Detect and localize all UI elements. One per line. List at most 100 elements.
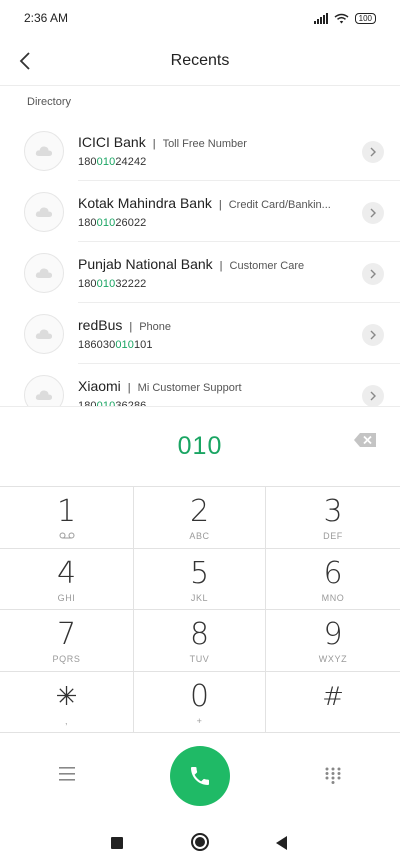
wifi-icon <box>334 13 349 23</box>
recents-nav-button[interactable] <box>111 837 123 849</box>
key-6[interactable]: 6 MNO <box>266 549 400 610</box>
dial-keypad: 1 2 ABC 3 DEF 4 GHI 5 JKL 6 MNO 7 PQRS 8… <box>0 486 400 733</box>
chevron-right-icon <box>370 208 376 218</box>
cloud-icon <box>35 329 53 339</box>
cloud-icon <box>35 207 53 217</box>
key-2[interactable]: 2 ABC <box>134 487 266 549</box>
back-arrow-icon <box>19 52 30 70</box>
battery-icon: 100 <box>354 12 376 24</box>
key-digit: 1 <box>56 494 77 529</box>
separator: | <box>152 138 156 150</box>
avatar <box>24 131 64 171</box>
contact-number: 18001026022 <box>78 217 147 229</box>
status-icons: 100 <box>313 12 376 24</box>
chevron-right-icon <box>370 147 376 157</box>
chevron-right-icon <box>370 391 376 401</box>
details-button[interactable] <box>362 202 384 224</box>
details-button[interactable] <box>362 385 384 406</box>
key-3[interactable]: 3 DEF <box>266 487 400 549</box>
separator: | <box>129 321 133 333</box>
contact-name: ICICI Bank <box>78 134 146 150</box>
key-digit: 7 <box>56 617 77 652</box>
key-hash[interactable]: # <box>266 672 400 733</box>
contact-label: Customer Care <box>229 260 305 272</box>
key-7[interactable]: 7 PQRS <box>0 610 134 672</box>
contact-name: Punjab National Bank <box>78 256 213 272</box>
phone-icon <box>191 767 209 785</box>
key-digit: ✳ <box>55 681 78 712</box>
home-nav-button[interactable] <box>191 833 209 851</box>
details-button[interactable] <box>362 263 384 285</box>
list-item[interactable]: Punjab National Bank | Customer Care 180… <box>0 242 400 303</box>
key-digit: 3 <box>323 494 343 529</box>
back-button[interactable] <box>10 46 40 76</box>
key-digit: 5 <box>189 555 210 591</box>
avatar <box>24 375 64 406</box>
backspace-button[interactable] <box>352 430 378 450</box>
separator: | <box>219 260 223 272</box>
key-digit: 2 <box>189 494 210 529</box>
cloud-icon <box>35 268 53 278</box>
call-button[interactable] <box>170 746 230 806</box>
avatar <box>24 192 64 232</box>
key-0[interactable]: 0 + <box>134 671 266 733</box>
directory-list: ICICI Bank | Toll Free Number 1800102424… <box>0 120 400 406</box>
key-9[interactable]: 9 WXYZ <box>266 610 400 672</box>
contact-number: 18001032222 <box>78 278 147 290</box>
key-letters: ABC <box>189 531 210 541</box>
separator: | <box>218 199 222 211</box>
contact-name: Xiaomi <box>78 378 121 394</box>
key-5[interactable]: 5 JKL <box>134 548 266 610</box>
key-letters: GHI <box>57 592 76 603</box>
list-item[interactable]: ICICI Bank | Toll Free Number 1800102424… <box>0 120 400 181</box>
contact-label: Mi Customer Support <box>137 382 242 394</box>
key-letters: , <box>64 715 69 726</box>
details-button[interactable] <box>362 324 384 346</box>
cloud-icon <box>35 390 53 400</box>
directory-label: Directory <box>27 96 72 108</box>
contact-label: Phone <box>139 321 172 333</box>
list-item[interactable]: redBus | Phone 186030010101 <box>0 303 400 364</box>
key-letters: DEF <box>323 531 343 541</box>
key-letters: WXYZ <box>318 654 348 664</box>
contact-number: 186030010101 <box>78 339 153 351</box>
contact-label: Credit Card/Bankin... <box>228 199 331 211</box>
contact-label: Toll Free Number <box>162 138 247 150</box>
signal-icon <box>313 12 328 24</box>
details-button[interactable] <box>362 141 384 163</box>
cloud-icon <box>35 146 53 156</box>
system-nav-bar <box>0 822 400 866</box>
key-digit: 0 <box>189 678 210 714</box>
key-letters: TUV <box>189 654 210 664</box>
key-letters: MNO <box>321 592 345 603</box>
contact-number: 18001024242 <box>78 156 147 168</box>
typed-number: 010 <box>177 432 223 460</box>
key-8[interactable]: 8 TUV <box>134 610 266 672</box>
key-star[interactable]: ✳ , <box>0 671 134 733</box>
key-digit: 9 <box>323 617 343 652</box>
chevron-right-icon <box>370 269 376 279</box>
keypad-grid-icon[interactable] <box>324 766 342 784</box>
key-letters: JKL <box>190 592 209 603</box>
status-bar: 2:36 AM 100 <box>0 0 400 36</box>
backspace-icon <box>354 433 376 447</box>
voicemail-icon <box>59 532 74 539</box>
separator: | <box>127 382 131 394</box>
dial-input[interactable]: 010 <box>0 406 400 486</box>
list-item[interactable]: Xiaomi | Mi Customer Support 18001036286 <box>0 364 400 406</box>
header: Recents <box>0 36 400 86</box>
key-letters: PQRS <box>52 654 81 664</box>
status-time: 2:36 AM <box>24 11 69 25</box>
key-digit: # <box>322 681 344 712</box>
key-4[interactable]: 4 GHI <box>0 548 134 610</box>
menu-icon[interactable] <box>58 766 78 782</box>
contact-name: Kotak Mahindra Bank <box>78 195 212 211</box>
contact-name: redBus <box>78 317 123 333</box>
key-digit: 6 <box>323 555 343 591</box>
back-nav-button[interactable] <box>276 836 287 850</box>
list-item[interactable]: Kotak Mahindra Bank | Credit Card/Bankin… <box>0 181 400 242</box>
key-digit: 4 <box>56 555 77 591</box>
avatar <box>24 253 64 293</box>
key-letters: + <box>196 715 203 726</box>
key-1[interactable]: 1 <box>0 487 134 549</box>
